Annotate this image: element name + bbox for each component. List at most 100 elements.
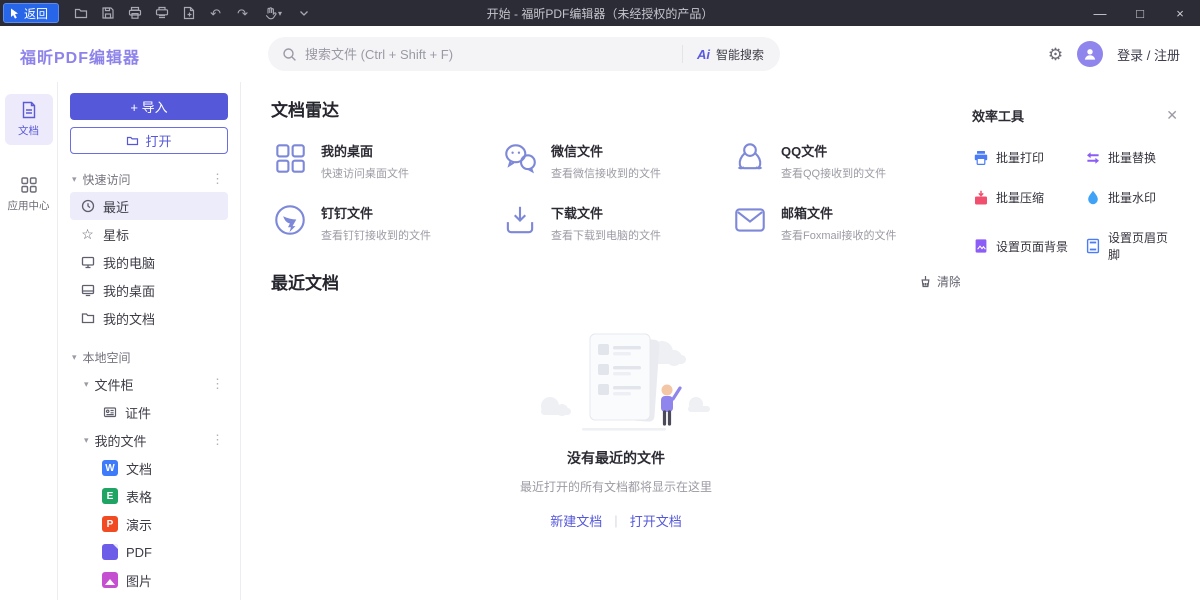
open-document-link[interactable]: 打开文档 [630,511,682,530]
folder-tree: ▾ 快速访问 ⋮ 最近 ☆ 星标 我的电脑 我的桌面 我的 [70,166,228,594]
desktop-icon [80,283,95,297]
toolbar-more-icon[interactable] [290,3,317,23]
maximize-button[interactable]: □ [1120,0,1160,26]
tree-item-starred[interactable]: ☆ 星标 [70,220,228,248]
tree-item-my-desktop[interactable]: 我的桌面 [70,276,228,304]
avatar[interactable] [1077,41,1103,67]
new-document-icon[interactable] [175,3,202,23]
radar-item-dingtalk[interactable]: 钉钉文件查看钉钉接收到的文件 [271,201,501,243]
tree-item-word-docs[interactable]: W 文档 [70,454,228,482]
open-button[interactable]: 打开 [70,127,228,154]
kebab-menu-icon[interactable]: ⋮ [207,376,228,392]
radar-item-desc: 查看QQ接收到的文件 [781,165,886,181]
redo-icon[interactable]: ↷ [229,3,256,23]
tree-item-images[interactable]: 图片 [70,566,228,594]
rail-item-documents[interactable]: 文档 [5,94,53,145]
open-file-icon[interactable] [67,3,94,23]
document-radar-grid: 我的桌面快速访问桌面文件 微信文件查看微信接收到的文件 QQ文件查看QQ接收到的… [271,139,960,243]
id-card-icon [102,405,117,419]
recent-title: 最近文档 [271,269,339,294]
print-icon[interactable] [121,3,148,23]
tool-page-background[interactable]: 设置页面背景 [972,229,1084,263]
header-footer-icon [1084,238,1101,255]
mail-icon [731,201,769,239]
excel-badge-icon: E [102,488,118,504]
tool-label: 设置页眉页脚 [1108,229,1178,263]
powerpoint-badge-icon: P [102,516,118,532]
empty-state-actions: 新建文档 | 打开文档 [550,511,681,530]
tree-node-my-files[interactable]: ▾ 我的文件 ⋮ [70,426,228,454]
radar-item-title: 邮箱文件 [781,203,897,222]
kebab-menu-icon[interactable]: ⋮ [207,171,228,187]
quick-print-icon[interactable] [148,3,175,23]
tool-batch-watermark[interactable]: 批量水印 [1084,189,1178,206]
app-window: 返回 ↶ ↷ ▾ 开始 - 福昕PDF编辑器（未经授权的产品） — □ × 福昕… [0,0,1200,600]
save-icon[interactable] [94,3,121,23]
clear-recent-button[interactable]: 清除 [919,273,961,290]
cursor-icon [10,8,20,19]
tree-item-presentations[interactable]: P 演示 [70,510,228,538]
tree-node-file-cabinet[interactable]: ▾ 文件柜 ⋮ [70,370,228,398]
tree-item-id-cards[interactable]: 证件 [70,398,228,426]
tool-batch-compress[interactable]: 批量压缩 [972,189,1084,206]
tools-panel-header: 效率工具 ✕ [972,106,1178,125]
tree-item-my-documents[interactable]: 我的文档 [70,304,228,332]
tools-close-icon[interactable]: ✕ [1166,107,1178,124]
main-content: 文档雷达 我的桌面快速访问桌面文件 微信文件查看微信接收到的文件 QQ文件查看Q… [241,82,960,600]
search-bar[interactable]: Ai 智能搜索 [268,37,780,71]
smart-search-button[interactable]: Ai 智能搜索 [682,45,764,63]
back-button[interactable]: 返回 [3,3,59,23]
rail-item-app-center[interactable]: 应用中心 [5,169,53,220]
radar-item-title: 下载文件 [551,203,661,222]
rail-item-label: 文档 [18,123,39,138]
rail-item-label: 应用中心 [8,198,50,213]
tool-batch-print[interactable]: 批量打印 [972,149,1084,166]
quick-toolbar: ↶ ↷ ▾ [67,3,317,23]
tree-section-local-space[interactable]: ▾ 本地空间 [70,344,228,370]
word-badge-icon: W [102,460,118,476]
tree-item-recent[interactable]: 最近 [70,192,228,220]
tree-item-my-computer[interactable]: 我的电脑 [70,248,228,276]
batch-compress-icon [972,189,989,206]
login-register-link[interactable]: 登录 / 注册 [1117,45,1180,64]
image-badge-icon [102,572,118,588]
ai-icon: Ai [697,47,710,62]
computer-icon [80,255,95,269]
tree-item-pdf[interactable]: PDF [70,538,228,566]
radar-item-qq[interactable]: QQ文件查看QQ接收到的文件 [731,139,961,181]
kebab-menu-icon[interactable]: ⋮ [207,432,228,448]
minimize-button[interactable]: — [1080,0,1120,26]
new-document-link[interactable]: 新建文档 [550,511,602,530]
radar-item-downloads[interactable]: 下载文件查看下载到电脑的文件 [501,201,731,243]
efficiency-tools-panel: 效率工具 ✕ 批量打印 批量替换 批量压缩 批量水印 设置页面 [960,82,1200,600]
tree-item-spreadsheets[interactable]: E 表格 [70,482,228,510]
tool-label: 批量打印 [996,149,1044,166]
tool-batch-replace[interactable]: 批量替换 [1084,149,1178,166]
star-icon: ☆ [80,227,95,241]
window-controls: — □ × [1080,0,1200,26]
tree-item-label: PDF [126,545,152,560]
tree-section-quick-access[interactable]: ▾ 快速访问 ⋮ [70,166,228,192]
open-button-label: 打开 [145,131,171,150]
settings-gear-icon[interactable]: ⚙ [1048,46,1063,63]
header-right: ⚙ 登录 / 注册 [1048,41,1180,67]
tree-item-label: 图片 [126,571,152,590]
hand-tool-caret-icon: ▾ [278,9,282,18]
undo-icon[interactable]: ↶ [202,3,229,23]
radar-item-wechat[interactable]: 微信文件查看微信接收到的文件 [501,139,731,181]
tool-label: 批量压缩 [996,189,1044,206]
radar-item-desktop[interactable]: 我的桌面快速访问桌面文件 [271,139,501,181]
import-button[interactable]: + 导入 [70,93,228,120]
batch-print-icon [972,149,989,166]
tree-item-label: 星标 [103,225,129,244]
close-button[interactable]: × [1160,0,1200,26]
radar-item-desc: 查看钉钉接收到的文件 [321,227,431,243]
tool-header-footer[interactable]: 设置页眉页脚 [1084,229,1178,263]
empty-state-description: 最近打开的所有文档都将显示在这里 [520,478,712,495]
radar-item-title: QQ文件 [781,141,886,160]
page-background-icon [972,238,989,255]
search-input[interactable] [305,47,682,62]
hand-tool-icon[interactable]: ▾ [256,3,290,23]
dingtalk-icon [271,201,309,239]
radar-item-mail[interactable]: 邮箱文件查看Foxmail接收的文件 [731,201,961,243]
